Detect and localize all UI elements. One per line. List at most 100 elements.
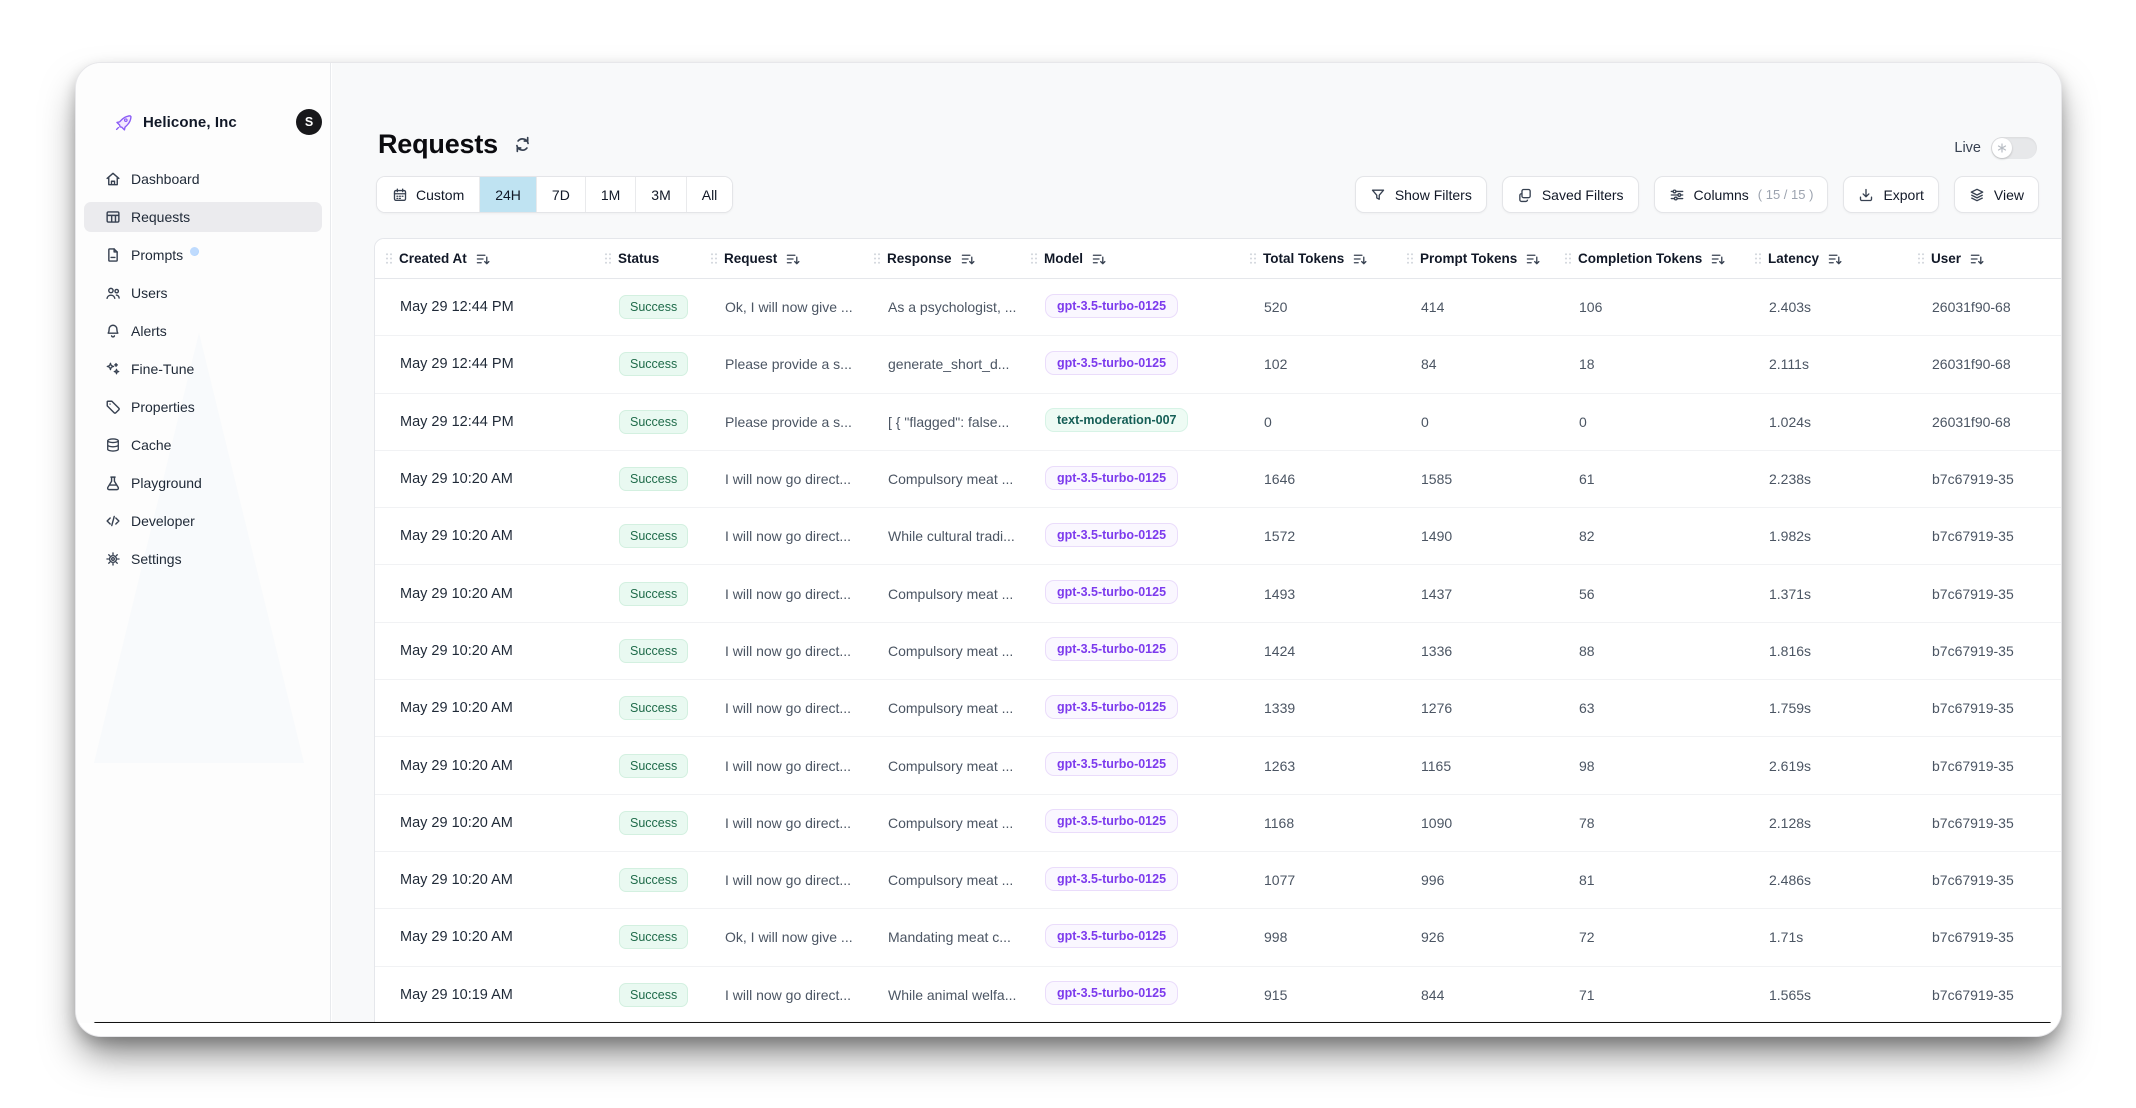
columns-button[interactable]: Columns ( 15 / 15 ) <box>1654 176 1829 213</box>
column-header-response[interactable]: Response <box>888 251 1045 266</box>
sidebar-item-label: Settings <box>131 551 182 567</box>
table-row[interactable]: May 29 10:19 AM Success I will now go di… <box>375 967 2062 1024</box>
cell-user: b7c67919-35 <box>1932 815 2062 831</box>
cell-completion-tokens: 78 <box>1579 815 1769 831</box>
cell-request: I will now go direct... <box>725 872 888 888</box>
refresh-icon[interactable] <box>513 135 532 154</box>
time-custom-button[interactable]: Custom <box>377 177 480 212</box>
table-row[interactable]: May 29 10:20 AM Success I will now go di… <box>375 737 2062 794</box>
cell-total-tokens: 520 <box>1264 299 1421 315</box>
table-row[interactable]: May 29 12:44 PM Success Please provide a… <box>375 336 2062 393</box>
sidebar-item-properties[interactable]: Properties <box>84 392 322 422</box>
table-row[interactable]: May 29 10:20 AM Success I will now go di… <box>375 451 2062 508</box>
cell-request: I will now go direct... <box>725 528 888 544</box>
cell-prompt-tokens: 1490 <box>1421 528 1579 544</box>
sort-icon[interactable] <box>1828 252 1843 266</box>
cell-user: b7c67919-35 <box>1932 929 2062 945</box>
table-row[interactable]: May 29 10:20 AM Success I will now go di… <box>375 508 2062 565</box>
drag-handle-icon[interactable] <box>710 252 718 265</box>
sidebar: Helicone, Inc S Dashboard R <box>76 63 331 1023</box>
column-header-latency[interactable]: Latency <box>1769 251 1932 266</box>
avatar[interactable]: S <box>296 109 322 135</box>
table-row[interactable]: May 29 12:44 PM Success Ok, I will now g… <box>375 279 2062 336</box>
column-header-model[interactable]: Model <box>1045 251 1264 266</box>
live-toggle[interactable] <box>1991 137 2037 159</box>
sort-icon[interactable] <box>1092 252 1107 266</box>
sidebar-item-cache[interactable]: Cache <box>84 430 322 460</box>
cell-completion-tokens: 82 <box>1579 528 1769 544</box>
cell-status: Success <box>619 295 725 319</box>
requests-table: Created At Status Request Response <box>374 238 2062 1024</box>
table-row[interactable]: May 29 10:20 AM Success I will now go di… <box>375 565 2062 622</box>
sidebar-item-label: Dashboard <box>131 171 200 187</box>
cell-created-at: May 29 10:19 AM <box>400 987 619 1003</box>
time-range-selector: Custom 24H 7D 1M 3M All <box>376 176 733 213</box>
sort-icon[interactable] <box>1353 252 1368 266</box>
table-row[interactable]: May 29 10:20 AM Success I will now go di… <box>375 623 2062 680</box>
drag-handle-icon[interactable] <box>1406 252 1414 265</box>
cell-response: Compulsory meat ... <box>888 700 1045 716</box>
model-badge: gpt-3.5-turbo-0125 <box>1045 867 1178 891</box>
sidebar-item-users[interactable]: Users <box>84 278 322 308</box>
column-header-completion-tokens[interactable]: Completion Tokens <box>1579 251 1769 266</box>
column-header-total-tokens[interactable]: Total Tokens <box>1264 251 1421 266</box>
sidebar-item-settings[interactable]: Settings <box>84 544 322 574</box>
sidebar-item-fine-tune[interactable]: Fine-Tune <box>84 354 322 384</box>
sort-icon[interactable] <box>786 252 801 266</box>
cell-latency: 2.238s <box>1769 471 1932 487</box>
sidebar-item-dashboard[interactable]: Dashboard <box>84 164 322 194</box>
table-row[interactable]: May 29 12:44 PM Success Please provide a… <box>375 394 2062 451</box>
cell-status: Success <box>619 868 725 892</box>
time-24h-button[interactable]: 24H <box>480 177 537 212</box>
cell-total-tokens: 915 <box>1264 987 1421 1003</box>
cell-created-at: May 29 10:20 AM <box>400 643 619 659</box>
cell-prompt-tokens: 1585 <box>1421 471 1579 487</box>
sort-icon[interactable] <box>476 252 491 266</box>
saved-filters-button[interactable]: Saved Filters <box>1502 176 1639 213</box>
table-row[interactable]: May 29 10:20 AM Success I will now go di… <box>375 795 2062 852</box>
org-header[interactable]: Helicone, Inc S <box>76 107 330 137</box>
sort-icon[interactable] <box>961 252 976 266</box>
time-7d-button[interactable]: 7D <box>537 177 586 212</box>
drag-handle-icon[interactable] <box>1564 252 1572 265</box>
sidebar-item-alerts[interactable]: Alerts <box>84 316 322 346</box>
time-all-button[interactable]: All <box>687 177 733 212</box>
time-3m-button[interactable]: 3M <box>636 177 686 212</box>
column-header-user[interactable]: User <box>1932 251 2062 266</box>
cell-status: Success <box>619 352 725 376</box>
view-button[interactable]: View <box>1954 176 2039 213</box>
cell-response: While animal welfa... <box>888 987 1045 1003</box>
cell-model: gpt-3.5-turbo-0125 <box>1045 523 1264 550</box>
drag-handle-icon[interactable] <box>1249 252 1257 265</box>
cell-model: gpt-3.5-turbo-0125 <box>1045 466 1264 493</box>
cell-user: b7c67919-35 <box>1932 643 2062 659</box>
drag-handle-icon[interactable] <box>873 252 881 265</box>
cell-model: gpt-3.5-turbo-0125 <box>1045 294 1264 321</box>
sort-icon[interactable] <box>1970 252 1985 266</box>
column-header-request[interactable]: Request <box>725 251 888 266</box>
table-row[interactable]: May 29 10:20 AM Success I will now go di… <box>375 852 2062 909</box>
time-1m-button[interactable]: 1M <box>586 177 636 212</box>
model-badge: gpt-3.5-turbo-0125 <box>1045 752 1178 776</box>
table-row[interactable]: May 29 10:20 AM Success Ok, I will now g… <box>375 909 2062 966</box>
sort-icon[interactable] <box>1711 252 1726 266</box>
home-icon <box>105 171 122 188</box>
drag-handle-icon[interactable] <box>1917 252 1925 265</box>
sidebar-item-developer[interactable]: Developer <box>84 506 322 536</box>
sort-icon[interactable] <box>1526 252 1541 266</box>
status-badge: Success <box>619 639 688 663</box>
column-header-prompt-tokens[interactable]: Prompt Tokens <box>1421 251 1579 266</box>
show-filters-button[interactable]: Show Filters <box>1355 176 1487 213</box>
column-header-created-at[interactable]: Created At <box>400 251 619 266</box>
drag-handle-icon[interactable] <box>1030 252 1038 265</box>
sidebar-item-playground[interactable]: Playground <box>84 468 322 498</box>
drag-handle-icon[interactable] <box>1754 252 1762 265</box>
drag-handle-icon[interactable] <box>604 252 612 265</box>
cell-model: gpt-3.5-turbo-0125 <box>1045 580 1264 607</box>
sidebar-item-prompts[interactable]: Prompts <box>84 240 322 270</box>
export-button[interactable]: Export <box>1843 176 1938 213</box>
drag-handle-icon[interactable] <box>385 252 393 265</box>
sidebar-item-requests[interactable]: Requests <box>84 202 322 232</box>
cell-request: Ok, I will now give ... <box>725 299 888 315</box>
table-row[interactable]: May 29 10:20 AM Success I will now go di… <box>375 680 2062 737</box>
